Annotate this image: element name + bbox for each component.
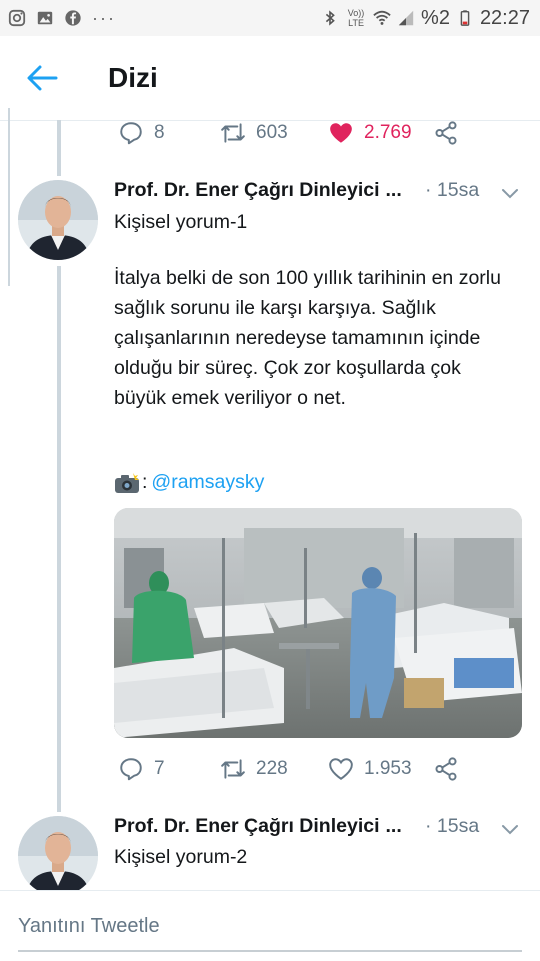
battery-percent: %2 [421, 6, 450, 29]
tweet-photo[interactable] [114, 508, 522, 738]
reply-icon [120, 122, 142, 145]
reply-input[interactable]: Yanıtını Tweetle [18, 915, 160, 938]
heart-filled-icon [330, 123, 352, 143]
time-label: 15sa [436, 179, 480, 201]
like-button[interactable]: 1.953 [328, 756, 412, 782]
time-separator: · [425, 815, 432, 837]
heart-outline-icon [329, 758, 353, 780]
status-time: 22:27 [479, 6, 530, 29]
retweet-button[interactable]: 603 [220, 120, 288, 146]
back-arrow-icon[interactable] [26, 64, 58, 92]
reply-icon [120, 758, 142, 781]
tweet-time: · 15sa [425, 815, 479, 838]
name-ellipsis: ... [385, 815, 402, 837]
tweet-author-row: Prof. Dr. Ener Çağrı Dinleyici... [114, 815, 402, 838]
gallery-icon [36, 9, 54, 27]
author-name[interactable]: Prof. Dr. Ener Çağrı Dinleyici [114, 179, 380, 201]
tweet-author-row: Prof. Dr. Ener Çağrı Dinleyici... [114, 179, 402, 202]
like-button[interactable]: 2.769 [328, 120, 412, 146]
share-button[interactable] [433, 756, 459, 782]
tweet-body: İtalya belki de son 100 yıllık tarihinin… [114, 267, 501, 409]
reply-button[interactable]: 7 [118, 756, 165, 782]
retweet-icon [221, 123, 245, 143]
share-button[interactable] [433, 120, 459, 146]
reply-input-underline [18, 950, 522, 952]
retweet-icon [221, 759, 245, 779]
name-ellipsis: ... [385, 179, 402, 201]
bluetooth-icon [321, 9, 339, 27]
app-header: Dizi [0, 36, 540, 121]
chevron-down-icon[interactable] [500, 823, 520, 837]
thread-connector-line [57, 120, 61, 176]
status-bar: ··· Vo)) LTE %2 22:27 [0, 0, 540, 36]
volte-icon: Vo)) LTE [347, 8, 365, 28]
retweet-button[interactable]: 228 [220, 756, 288, 782]
instagram-icon [8, 9, 26, 27]
time-label: 15sa [436, 815, 480, 837]
battery-icon [456, 9, 474, 27]
like-count: 2.769 [364, 122, 412, 143]
retweet-count: 603 [256, 122, 288, 143]
signal-icon [397, 9, 415, 27]
time-separator: · [425, 179, 432, 201]
like-count: 1.953 [364, 758, 412, 779]
credit-colon: : [142, 471, 148, 493]
more-dots-icon: ··· [92, 7, 116, 28]
retweet-count: 228 [256, 758, 288, 779]
avatar[interactable] [18, 180, 98, 260]
avatar[interactable] [18, 816, 98, 896]
share-icon [435, 757, 457, 781]
tweet-time: · 15sa [425, 179, 479, 202]
camera-flash-icon [115, 472, 139, 493]
reply-count: 7 [154, 758, 165, 779]
tweet-heading: Kişisel yorum-1 [114, 211, 248, 233]
author-name[interactable]: Prof. Dr. Ener Çağrı Dinleyici [114, 815, 380, 837]
page-title: Dizi [108, 62, 158, 93]
reply-button[interactable]: 8 [118, 120, 165, 146]
tweet-heading: Kişisel yorum-2 [114, 846, 248, 868]
chevron-down-icon[interactable] [500, 187, 520, 201]
facebook-icon [64, 9, 82, 27]
reply-count: 8 [154, 122, 165, 143]
mention-link[interactable]: @ramsaysky [151, 471, 264, 494]
wifi-icon [373, 9, 391, 27]
photo-credit: : @ramsaysky [114, 471, 264, 494]
scroll-edge-divider [0, 108, 10, 286]
share-icon [435, 121, 457, 145]
thread-connector-line [57, 266, 61, 812]
